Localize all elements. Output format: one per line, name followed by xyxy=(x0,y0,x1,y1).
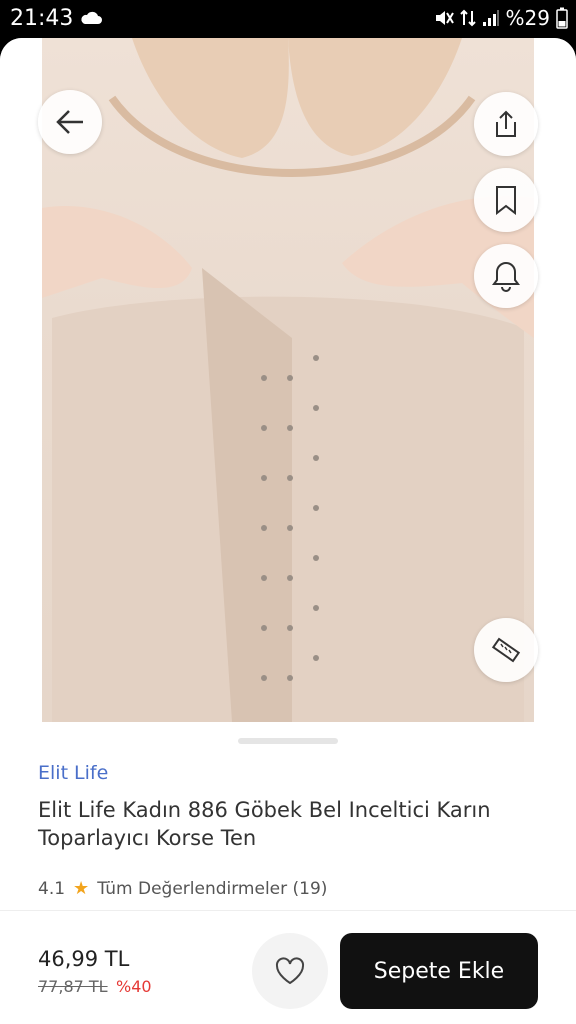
favorite-button[interactable] xyxy=(252,933,328,1009)
carousel-indicator xyxy=(238,738,338,744)
bell-icon xyxy=(492,261,520,292)
product-image-carousel[interactable] xyxy=(0,38,576,746)
discount-badge: %40 xyxy=(116,977,152,996)
brand-link[interactable]: Elit Life xyxy=(38,762,108,784)
reviews-link[interactable]: Tüm Değerlendirmeler (19) xyxy=(97,879,327,899)
status-time: 21:43 xyxy=(10,6,74,31)
old-price: 77,87 TL xyxy=(38,977,108,996)
current-price: 46,99 TL xyxy=(38,947,130,971)
product-detail-screen: Elit Life Elit Life Kadın 886 Göbek Bel … xyxy=(0,38,576,1024)
share-button[interactable] xyxy=(474,92,538,156)
product-photo xyxy=(42,38,534,722)
mute-icon xyxy=(434,9,454,27)
battery-icon xyxy=(556,7,568,29)
rating-value: 4.1 xyxy=(38,878,66,899)
data-icon xyxy=(459,9,476,27)
back-button[interactable] xyxy=(38,90,102,154)
heart-icon xyxy=(275,957,305,985)
bottom-action-bar: 46,99 TL 77,87 TL %40 Sepete Ekle xyxy=(0,910,576,1024)
ruler-icon xyxy=(491,637,521,663)
share-icon xyxy=(496,110,516,137)
status-indicators: %29 xyxy=(434,6,568,30)
star-icon: ★ xyxy=(73,878,90,899)
cloud-icon xyxy=(80,10,102,29)
size-guide-button[interactable] xyxy=(474,618,538,682)
bookmark-button[interactable] xyxy=(474,168,538,232)
bookmark-icon xyxy=(496,186,516,215)
battery-text: %29 xyxy=(505,6,550,30)
signal-icon xyxy=(482,9,500,27)
rating-row[interactable]: 4.1 ★ Tüm Değerlendirmeler (19) xyxy=(38,878,327,899)
product-title: Elit Life Kadın 886 Göbek Bel Inceltici … xyxy=(38,798,491,850)
add-to-cart-button[interactable]: Sepete Ekle xyxy=(340,933,538,1009)
notify-button[interactable] xyxy=(474,244,538,308)
arrow-left-icon xyxy=(56,110,83,134)
status-bar: 21:43 %29 xyxy=(0,0,576,38)
